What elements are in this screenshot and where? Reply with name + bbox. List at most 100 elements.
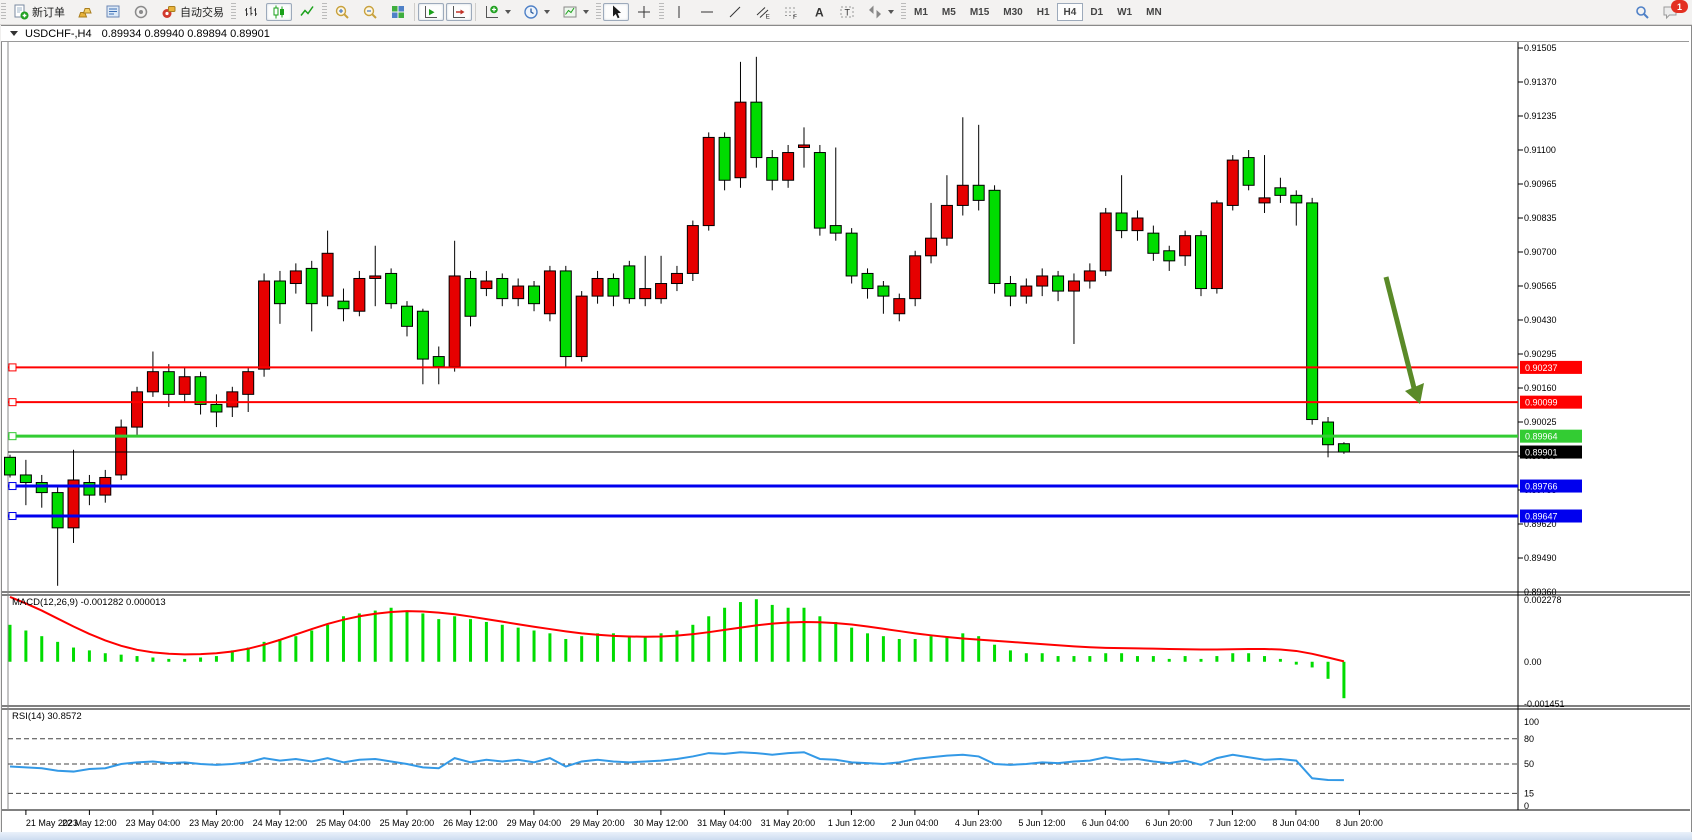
svg-text:0.90835: 0.90835 [1524, 213, 1557, 223]
bear-candle [767, 158, 778, 181]
svg-text:7 Jun 12:00: 7 Jun 12:00 [1209, 818, 1256, 828]
svg-text:0.89964: 0.89964 [1525, 432, 1558, 442]
line-handle [9, 483, 16, 490]
bear-candle [36, 483, 47, 493]
bull-candle [370, 276, 381, 279]
svg-text:0.89647: 0.89647 [1525, 512, 1558, 522]
svg-text:24 May 12:00: 24 May 12:00 [253, 818, 308, 828]
svg-text:0.90099: 0.90099 [1525, 398, 1558, 408]
svg-text:23 May 04:00: 23 May 04:00 [126, 818, 181, 828]
bull-candle [735, 102, 746, 178]
svg-text:6 Jun 04:00: 6 Jun 04:00 [1082, 818, 1129, 828]
bull-candle [1068, 281, 1079, 291]
bull-candle [1084, 271, 1095, 281]
bear-candle [1005, 284, 1016, 297]
bull-candle [243, 372, 254, 395]
bull-candle [576, 296, 587, 356]
line-handle [9, 513, 16, 520]
bear-candle [1307, 203, 1318, 420]
chart-title-bar[interactable]: USDCHF-,H4 0.89934 0.89940 0.89894 0.899… [1, 26, 1689, 42]
bull-candle [1227, 160, 1238, 205]
svg-text:23 May 20:00: 23 May 20:00 [189, 818, 244, 828]
bear-candle [560, 271, 571, 357]
svg-text:0.90965: 0.90965 [1524, 179, 1557, 189]
bull-candle [656, 284, 667, 299]
bear-candle [1148, 233, 1159, 253]
svg-text:0.90237: 0.90237 [1525, 363, 1558, 373]
chart-canvas[interactable]: 0.915050.913700.912350.911000.909650.908… [0, 0, 1692, 840]
bull-candle [783, 153, 794, 181]
svg-text:0.89490: 0.89490 [1524, 553, 1557, 563]
bear-candle [608, 278, 619, 296]
bear-candle [1338, 444, 1349, 452]
bull-candle [703, 137, 714, 225]
bull-candle [941, 205, 952, 238]
svg-text:0.90565: 0.90565 [1524, 281, 1557, 291]
svg-text:0.91100: 0.91100 [1524, 145, 1556, 155]
bear-candle [830, 226, 841, 234]
svg-text:2 Jun 04:00: 2 Jun 04:00 [891, 818, 938, 828]
svg-text:0.89901: 0.89901 [1525, 448, 1558, 458]
bull-candle [1021, 286, 1032, 296]
svg-text:0.89766: 0.89766 [1525, 482, 1558, 492]
svg-text:0.90295: 0.90295 [1524, 349, 1557, 359]
bull-candle [322, 253, 333, 296]
bull-candle [671, 273, 682, 283]
svg-text:15: 15 [1524, 788, 1534, 798]
svg-text:80: 80 [1524, 734, 1534, 744]
bull-candle [147, 372, 158, 392]
line-handle [9, 399, 16, 406]
svg-text:26 May 12:00: 26 May 12:00 [443, 818, 498, 828]
svg-text:25 May 20:00: 25 May 20:00 [380, 818, 435, 828]
bear-candle [1164, 251, 1175, 261]
bull-candle [592, 278, 603, 296]
svg-text:8 Jun 20:00: 8 Jun 20:00 [1336, 818, 1383, 828]
bull-candle [481, 281, 492, 289]
bull-candle [957, 185, 968, 205]
bear-candle [862, 273, 873, 288]
bull-candle [687, 226, 698, 274]
bear-candle [814, 153, 825, 229]
svg-text:25 May 04:00: 25 May 04:00 [316, 818, 371, 828]
svg-text:0.90430: 0.90430 [1524, 315, 1557, 325]
bear-candle [751, 102, 762, 157]
line-handle [9, 433, 16, 440]
svg-text:5 Jun 12:00: 5 Jun 12:00 [1018, 818, 1065, 828]
bear-candle [529, 286, 540, 304]
bull-candle [910, 256, 921, 299]
bull-candle [1037, 276, 1048, 286]
svg-text:0.91370: 0.91370 [1524, 77, 1557, 87]
bear-candle [338, 301, 349, 309]
bull-candle [354, 278, 365, 311]
chart-ohlc-quotes: 0.89934 0.89940 0.89894 0.89901 [102, 28, 270, 40]
bull-candle [894, 299, 905, 314]
chevron-down-icon[interactable] [10, 31, 18, 36]
bear-candle [274, 281, 285, 304]
bear-candle [1291, 195, 1302, 203]
bull-candle [1132, 218, 1143, 231]
bull-candle [132, 392, 143, 427]
bear-candle [195, 377, 206, 405]
svg-text:29 May 04:00: 29 May 04:00 [507, 818, 562, 828]
svg-text:6 Jun 20:00: 6 Jun 20:00 [1145, 818, 1192, 828]
svg-text:31 May 20:00: 31 May 20:00 [761, 818, 816, 828]
bull-candle [1180, 236, 1191, 256]
bull-candle [544, 271, 555, 314]
bull-candle [259, 281, 270, 369]
bull-candle [449, 276, 460, 367]
bull-candle [116, 427, 127, 475]
bear-candle [878, 286, 889, 296]
bull-candle [799, 145, 810, 148]
svg-text:0.91235: 0.91235 [1524, 111, 1557, 121]
bear-candle [624, 266, 635, 299]
bull-candle [227, 392, 238, 407]
svg-text:RSI(14) 30.8572: RSI(14) 30.8572 [12, 711, 82, 722]
bear-candle [163, 372, 174, 395]
bear-candle [20, 475, 31, 483]
bear-candle [402, 306, 413, 326]
chart-symbol-timeframe: USDCHF-,H4 [25, 28, 92, 40]
bull-candle [179, 377, 190, 395]
status-strip [0, 832, 1692, 840]
bear-candle [497, 278, 508, 298]
bear-candle [417, 311, 428, 359]
